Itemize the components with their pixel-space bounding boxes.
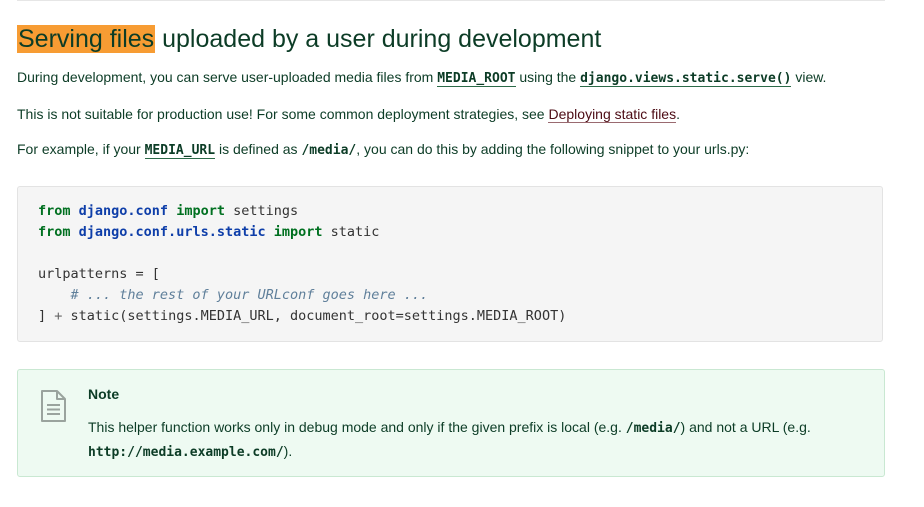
top-divider <box>17 0 885 1</box>
para1-text-c: view. <box>791 69 827 85</box>
code-module: django.conf <box>78 203 169 219</box>
note-text-b: ) and not a URL (e.g. <box>680 419 811 435</box>
paragraph-example: For example, if your MEDIA_URL is define… <box>17 139 749 161</box>
paragraph-media-root: During development, you can serve user-u… <box>17 67 826 89</box>
note-text-a: This helper function works only in debug… <box>88 419 626 435</box>
code-comment: # ... the rest of your URLconf goes here… <box>70 287 429 303</box>
static-serve-link[interactable]: django.views.static.serve() <box>580 71 792 87</box>
docs-page: Serving files uploaded by a user during … <box>0 0 924 507</box>
heading-highlight: Serving files <box>17 25 156 53</box>
code-text: static <box>322 224 380 240</box>
code-snippet: from django.conf import settings from dj… <box>38 201 566 327</box>
para3-text-a: For example, if your <box>17 141 145 157</box>
note-text: This helper function works only in debug… <box>88 416 848 464</box>
deploying-static-files-link[interactable]: Deploying static files <box>548 106 677 123</box>
code-text: urlpatterns = [ <box>38 266 160 282</box>
para1-text-a: During development, you can serve user-u… <box>17 69 438 85</box>
note-text-c: ). <box>283 443 293 459</box>
media-path-code: /media/ <box>301 143 357 158</box>
code-text: static(settings.MEDIA_URL, document_root… <box>62 308 567 324</box>
code-block[interactable]: from django.conf import settings from dj… <box>17 186 883 342</box>
code-keyword: from <box>38 224 71 240</box>
note-admonition: Note This helper function works only in … <box>17 369 885 477</box>
para3-text-b: is defined as <box>215 141 302 157</box>
note-title: Note <box>88 386 120 402</box>
note-code-media: /media/ <box>625 421 681 436</box>
code-module: django.conf.urls.static <box>78 224 266 240</box>
media-url-link[interactable]: MEDIA_URL <box>144 143 216 159</box>
section-heading: Serving files uploaded by a user during … <box>17 22 601 56</box>
code-keyword: import <box>273 224 323 240</box>
code-keyword: import <box>176 203 225 219</box>
document-icon <box>40 390 66 427</box>
note-code-url: http://media.example.com/ <box>88 445 284 460</box>
code-text: settings <box>224 203 299 219</box>
media-root-link[interactable]: MEDIA_ROOT <box>437 71 516 87</box>
para3-text-c: , you can do this by adding the followin… <box>356 141 750 157</box>
para1-text-b: using the <box>515 69 581 85</box>
code-keyword: from <box>38 203 71 219</box>
code-text: ] <box>38 308 55 324</box>
paragraph-production-warning: This is not suitable for production use!… <box>17 104 680 124</box>
para2-text-b: . <box>676 106 680 122</box>
para2-text-a: This is not suitable for production use!… <box>17 106 549 122</box>
heading-text: uploaded by a user during development <box>155 25 602 53</box>
